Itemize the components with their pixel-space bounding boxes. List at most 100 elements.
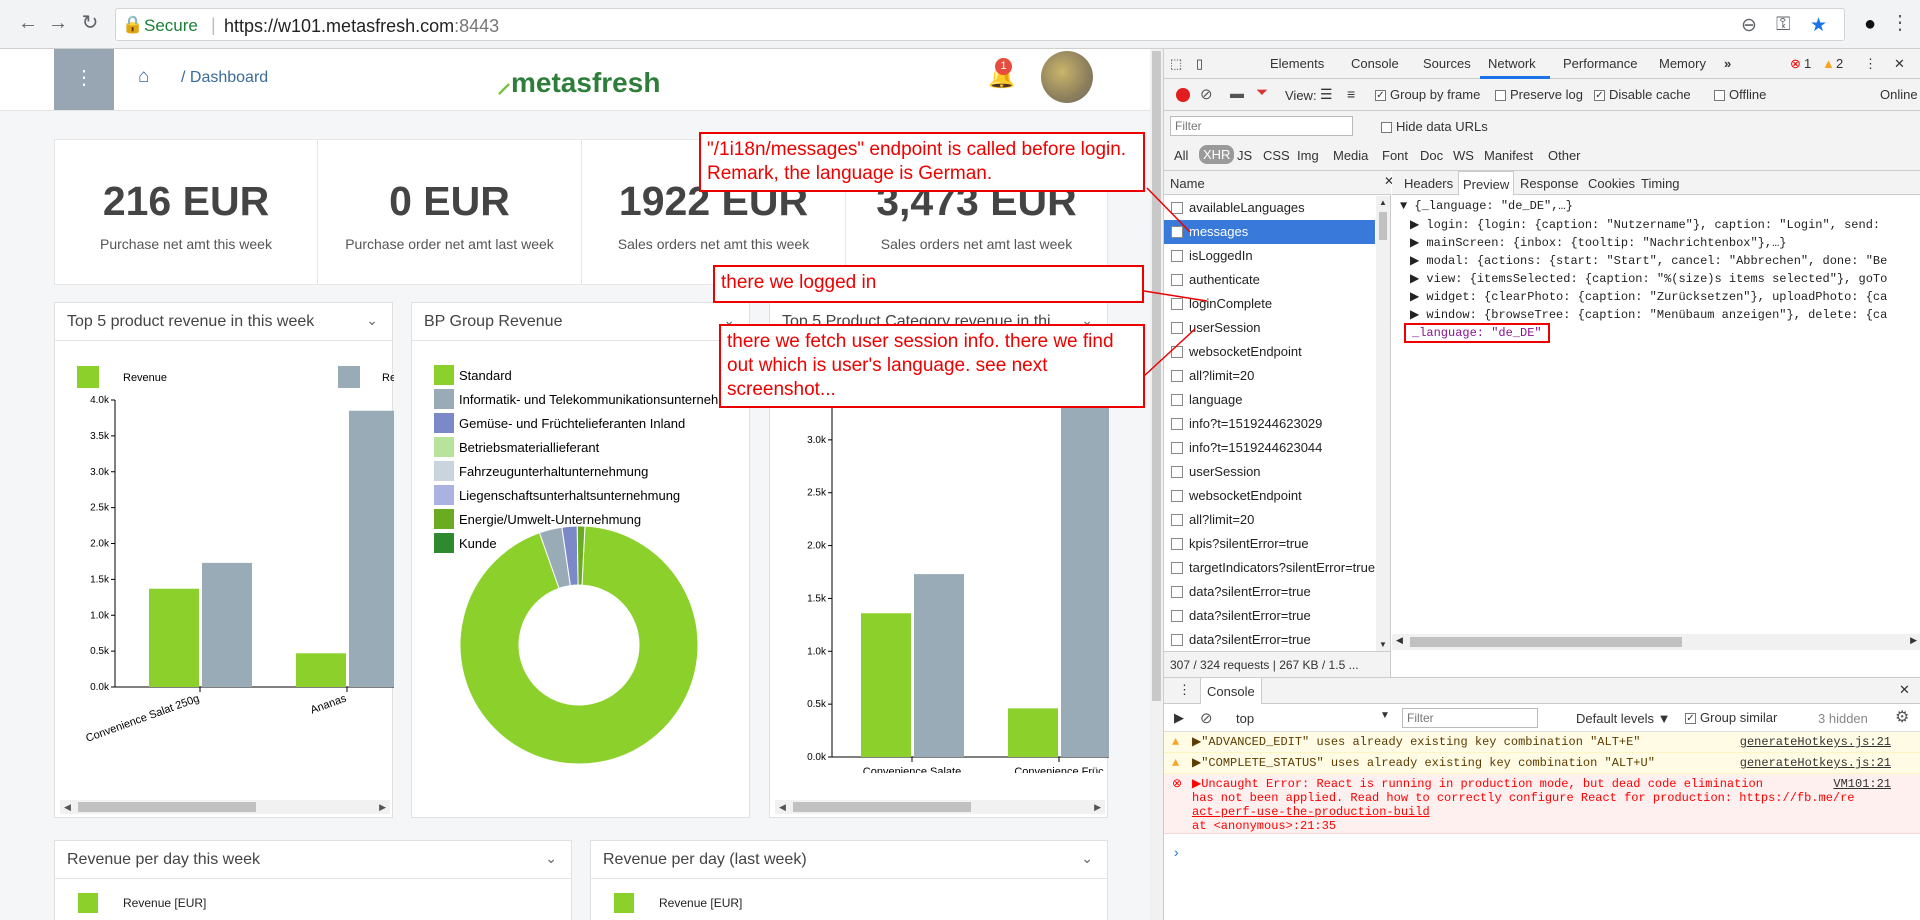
request-row[interactable]: userSession bbox=[1164, 460, 1375, 484]
request-row[interactable]: targetIndicators?silentError=true bbox=[1164, 556, 1375, 580]
request-row[interactable]: data?silentError=true bbox=[1164, 604, 1375, 628]
filter-manifest[interactable]: Manifest bbox=[1484, 148, 1533, 163]
filter-img[interactable]: Img bbox=[1297, 148, 1319, 163]
request-row[interactable]: userSession bbox=[1164, 316, 1375, 340]
log-levels-dropdown[interactable]: Default levels ▼ bbox=[1576, 711, 1671, 726]
list-scroll-thumb[interactable] bbox=[1379, 212, 1387, 240]
request-row[interactable]: kpis?silentError=true bbox=[1164, 532, 1375, 556]
tab-elements[interactable]: Elements bbox=[1270, 56, 1324, 71]
devtools-menu-icon[interactable]: ⋮ bbox=[1864, 56, 1877, 72]
device-toolbar-icon[interactable]: ▯ bbox=[1196, 56, 1203, 72]
preview-line-modal[interactable]: ▶ modal: {actions: {start: "Start", canc… bbox=[1410, 253, 1887, 268]
key-icon[interactable]: ⚿ bbox=[1776, 14, 1790, 36]
preview-line-language[interactable]: _language: "de_DE" bbox=[1404, 323, 1550, 343]
request-row-checkbox[interactable] bbox=[1171, 274, 1183, 286]
request-row[interactable]: messages bbox=[1164, 220, 1375, 244]
preview-line-view[interactable]: ▶ view: {itemsSelected: {caption: "%(siz… bbox=[1410, 271, 1887, 286]
console-message-text[interactable]: ▶"COMPLETE_STATUS" uses already existing… bbox=[1192, 756, 1655, 770]
preserve-log-checkbox[interactable]: Preserve log bbox=[1495, 87, 1583, 102]
console-prompt-icon[interactable]: › bbox=[1174, 844, 1179, 860]
capture-screenshots-icon[interactable]: ▬ bbox=[1230, 85, 1244, 101]
tab-memory[interactable]: Memory bbox=[1659, 56, 1706, 71]
filter-ws[interactable]: WS bbox=[1453, 148, 1474, 163]
request-row-checkbox[interactable] bbox=[1171, 418, 1183, 430]
console-message-text[interactable]: ▶"ADVANCED_EDIT" uses already existing k… bbox=[1192, 735, 1641, 749]
request-row-checkbox[interactable] bbox=[1171, 322, 1183, 334]
scroll-thumb[interactable] bbox=[793, 802, 971, 812]
filter-js[interactable]: JS bbox=[1237, 148, 1252, 163]
preview-scroll-thumb[interactable] bbox=[1410, 637, 1682, 647]
horizontal-scrollbar[interactable]: ◀ ▶ bbox=[775, 800, 1105, 814]
scroll-thumb[interactable] bbox=[78, 802, 256, 812]
request-row-checkbox[interactable] bbox=[1171, 538, 1183, 550]
console-message-link[interactable]: act-perf-use-the-production-build bbox=[1192, 805, 1920, 819]
request-row-checkbox[interactable] bbox=[1171, 298, 1183, 310]
network-filter-input[interactable] bbox=[1170, 116, 1353, 136]
request-row-checkbox[interactable] bbox=[1171, 250, 1183, 262]
request-row[interactable]: all?limit=20 bbox=[1164, 364, 1375, 388]
console-filter-input[interactable] bbox=[1402, 708, 1538, 728]
list-scrollbar[interactable]: ▲ ▼ bbox=[1376, 196, 1390, 651]
console-source-link[interactable]: VM101:21 bbox=[1833, 777, 1891, 791]
request-row[interactable]: data?silentError=true bbox=[1164, 580, 1375, 604]
settings-gear-icon[interactable]: ⚙ bbox=[1895, 707, 1909, 727]
warning-count[interactable]: 2 bbox=[1836, 56, 1843, 71]
request-row-checkbox[interactable] bbox=[1171, 394, 1183, 406]
record-icon[interactable] bbox=[1176, 88, 1190, 102]
scroll-right-icon[interactable]: ▶ bbox=[1910, 635, 1917, 646]
request-row-checkbox[interactable] bbox=[1171, 202, 1183, 214]
scroll-up-icon[interactable]: ▲ bbox=[1379, 198, 1387, 207]
page-scrollbar[interactable] bbox=[1150, 49, 1163, 920]
request-row-checkbox[interactable] bbox=[1171, 490, 1183, 502]
console-source-link[interactable]: generateHotkeys.js:21 bbox=[1740, 753, 1891, 773]
address-bar[interactable]: 🔒 Secure | https://w101.metasfresh.com:8… bbox=[115, 8, 1845, 41]
request-row[interactable]: isLoggedIn bbox=[1164, 244, 1375, 268]
online-throttle[interactable]: Online bbox=[1880, 87, 1918, 102]
request-row-checkbox[interactable] bbox=[1171, 514, 1183, 526]
filter-media[interactable]: Media bbox=[1333, 148, 1368, 163]
request-row-checkbox[interactable] bbox=[1171, 370, 1183, 382]
request-row[interactable]: websocketEndpoint bbox=[1164, 340, 1375, 364]
request-row[interactable]: availableLanguages bbox=[1164, 196, 1375, 220]
breadcrumb[interactable]: / Dashboard bbox=[181, 69, 268, 87]
scroll-down-icon[interactable]: ▼ bbox=[1379, 640, 1387, 649]
chevron-down-icon[interactable]: ⌄ bbox=[366, 312, 378, 329]
sidebar-toggle-icon[interactable]: ▶ bbox=[1174, 710, 1184, 726]
scroll-left-icon[interactable]: ◀ bbox=[779, 800, 786, 814]
drawer-menu-icon[interactable]: ⋮ bbox=[1178, 682, 1191, 698]
back-icon[interactable]: ← bbox=[16, 11, 40, 35]
detail-tab-cookies[interactable]: Cookies bbox=[1588, 176, 1635, 191]
request-row[interactable]: websocketEndpoint bbox=[1164, 484, 1375, 508]
bookmark-star-icon[interactable]: ★ bbox=[1810, 14, 1827, 37]
preview-root-line[interactable]: ▼ {_language: "de_DE",…} bbox=[1400, 199, 1573, 213]
detail-tab-preview[interactable]: Preview bbox=[1458, 171, 1515, 195]
name-column-header[interactable]: Name bbox=[1170, 176, 1205, 191]
filter-xhr[interactable]: XHR bbox=[1199, 145, 1235, 164]
request-row[interactable]: authenticate bbox=[1164, 268, 1375, 292]
page-scroll-thumb[interactable] bbox=[1152, 51, 1161, 701]
request-row-checkbox[interactable] bbox=[1171, 562, 1183, 574]
filter-font[interactable]: Font bbox=[1382, 148, 1408, 163]
preview-line-mainscreen[interactable]: ▶ mainScreen: {inbox: {tooltip: "Nachric… bbox=[1410, 235, 1787, 250]
request-row[interactable]: language bbox=[1164, 388, 1375, 412]
context-dropdown-icon[interactable]: ▼ bbox=[1380, 710, 1390, 721]
chevron-down-icon[interactable]: ⌄ bbox=[1081, 850, 1093, 867]
preview-line-login[interactable]: ▶ login: {login: {caption: "Nutzername"}… bbox=[1410, 217, 1880, 232]
reload-icon[interactable]: ↻ bbox=[78, 11, 102, 35]
tab-performance[interactable]: Performance bbox=[1563, 56, 1637, 71]
zoom-icon[interactable]: ⊖ bbox=[1741, 14, 1757, 37]
forward-icon[interactable]: → bbox=[46, 11, 70, 35]
hide-data-urls-checkbox[interactable]: Hide data URLs bbox=[1381, 119, 1488, 134]
request-row-checkbox[interactable] bbox=[1171, 346, 1183, 358]
overview-icon[interactable]: ≡ bbox=[1347, 86, 1355, 102]
filter-all[interactable]: All bbox=[1174, 148, 1188, 163]
tab-network[interactable]: Network bbox=[1488, 56, 1536, 71]
close-drawer-icon[interactable]: ✕ bbox=[1899, 682, 1910, 698]
request-row[interactable]: all?limit=20 bbox=[1164, 508, 1375, 532]
detail-tab-timing[interactable]: Timing bbox=[1641, 176, 1680, 191]
request-row-checkbox[interactable] bbox=[1171, 634, 1183, 646]
tab-sources[interactable]: Sources bbox=[1423, 56, 1471, 71]
request-row-checkbox[interactable] bbox=[1171, 610, 1183, 622]
context-selector[interactable]: top bbox=[1236, 711, 1254, 726]
inspect-icon[interactable]: ⬚ bbox=[1170, 56, 1182, 72]
